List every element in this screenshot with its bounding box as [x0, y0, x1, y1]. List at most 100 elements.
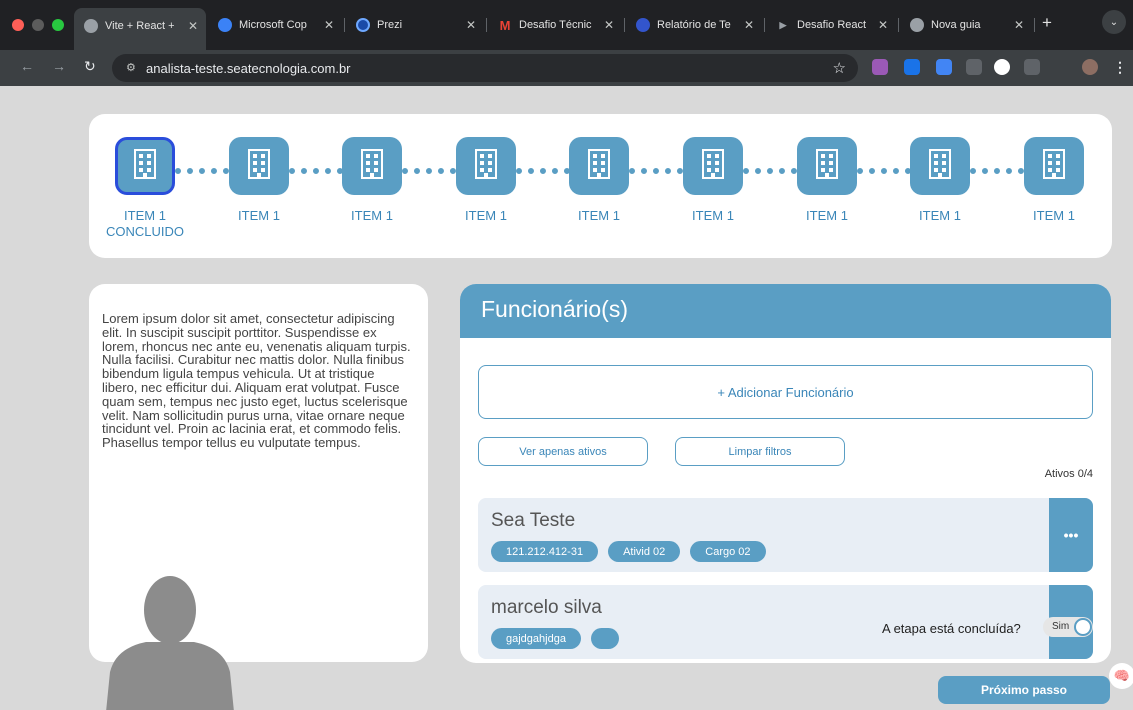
close-tab-icon[interactable]: ✕ — [744, 18, 754, 32]
step-label-text: ITEM 1 — [351, 208, 393, 223]
brain-extension-icon[interactable]: 🧠 — [1109, 663, 1133, 689]
step-5-button[interactable] — [569, 137, 629, 195]
browser-tab-gmail[interactable]: M Desafio Técnic ✕ — [488, 10, 622, 40]
step-label-text: ITEM 1 — [806, 208, 848, 223]
building-icon — [929, 148, 951, 184]
step-6-label: ITEM 1 — [653, 208, 773, 224]
media-extension-icon[interactable] — [966, 59, 982, 75]
next-step-button[interactable]: Próximo passo — [938, 676, 1110, 704]
step-5-label: ITEM 1 — [539, 208, 659, 224]
building-icon — [475, 148, 497, 184]
brain-extension-icon[interactable] — [872, 59, 888, 75]
browser-tab-copilot[interactable]: Microsoft Cop ✕ — [208, 10, 342, 40]
step-9-button[interactable] — [1024, 137, 1084, 195]
browser-toolbar: ← → ↻ ⚙ analista-teste.seatecnologia.com… — [0, 50, 1133, 86]
building-icon — [1043, 148, 1065, 184]
step-connector — [289, 168, 343, 174]
forward-arrow-icon[interactable]: → — [52, 58, 66, 74]
add-employee-button[interactable]: + Adicionar Funcionário — [478, 365, 1093, 419]
step-connector — [970, 168, 1024, 174]
building-icon — [361, 148, 383, 184]
step-connector — [857, 168, 911, 174]
step-status-text: CONCLUIDO — [105, 224, 184, 239]
globe-icon — [84, 19, 98, 33]
chevron-down-icon[interactable]: ⌄ — [1102, 10, 1126, 34]
more-menu-icon[interactable]: ⋮ — [1112, 59, 1128, 75]
row-more-menu-button[interactable]: ••• — [1049, 498, 1093, 572]
browser-tab-nova-guia[interactable]: Nova guia ✕ — [900, 10, 1032, 40]
step-9-label: ITEM 1 — [994, 208, 1114, 224]
employees-panel: Funcionário(s) + Adicionar Funcionário V… — [460, 284, 1111, 663]
step-2-label: ITEM 1 — [199, 208, 319, 224]
step-connector — [516, 168, 570, 174]
step-connector — [402, 168, 456, 174]
step-1-button[interactable] — [115, 137, 175, 195]
step-7-button[interactable] — [797, 137, 857, 195]
step-3-label: ITEM 1 — [312, 208, 432, 224]
browser-tab-desafio-react[interactable]: ▶ Desafio React ✕ — [766, 10, 896, 40]
employee-tags: gajdgahjdga — [491, 628, 619, 649]
step-4-button[interactable] — [456, 137, 516, 195]
step-1-label: ITEM 1 CONCLUIDO — [85, 208, 205, 240]
building-icon — [588, 148, 610, 184]
close-tab-icon[interactable]: ✕ — [324, 18, 334, 32]
step-label-text: ITEM 1 — [1033, 208, 1075, 223]
copilot-icon — [218, 18, 232, 32]
step-done-question: A etapa está concluída? — [882, 621, 1021, 636]
code-extension-icon[interactable] — [904, 59, 920, 75]
play-icon: ▶ — [779, 19, 787, 30]
step-label-text: ITEM 1 — [919, 208, 961, 223]
employee-tag — [590, 628, 619, 649]
building-icon — [134, 148, 156, 184]
step-connector — [175, 168, 229, 174]
close-window-button[interactable] — [12, 19, 24, 31]
browser-tab-bar: Vite + React + ✕ Microsoft Cop ✕ Prezi ✕… — [0, 0, 1133, 50]
toggle-knob — [1074, 618, 1092, 636]
close-tab-icon[interactable]: ✕ — [188, 19, 198, 33]
bookmark-star-icon[interactable]: ☆ — [833, 59, 846, 77]
close-tab-icon[interactable]: ✕ — [466, 18, 476, 32]
employee-row[interactable]: Sea Teste 121.212.412-31 Ativid 02 Cargo… — [478, 498, 1093, 572]
active-count: Ativos 0/4 — [1044, 468, 1093, 480]
step-label-text: ITEM 1 — [465, 208, 507, 223]
browser-tab-vite[interactable]: Vite + React + ✕ — [74, 8, 206, 50]
bot-extension-icon[interactable] — [994, 59, 1010, 75]
employee-tags: 121.212.412-31 Ativid 02 Cargo 02 — [491, 541, 766, 562]
clear-filters-button[interactable]: Limpar filtros — [675, 437, 845, 466]
step-connector — [629, 168, 683, 174]
employee-tag: Cargo 02 — [690, 541, 766, 562]
employee-tag: 121.212.412-31 — [491, 541, 599, 562]
browser-tab-relatorio[interactable]: Relatório de Te ✕ — [626, 10, 762, 40]
employee-name: Sea Teste — [491, 510, 576, 531]
profile-avatar[interactable] — [1082, 59, 1098, 75]
employees-title: Funcionário(s) — [481, 296, 628, 322]
minimize-window-button[interactable] — [32, 19, 44, 31]
step-7-label: ITEM 1 — [767, 208, 887, 224]
info-description: Lorem ipsum dolor sit amet, consectetur … — [102, 311, 411, 451]
filter-active-button[interactable]: Ver apenas ativos — [478, 437, 648, 466]
translate-extension-icon[interactable] — [936, 59, 952, 75]
prezi-icon — [356, 18, 370, 32]
new-tab-button[interactable]: + — [1042, 13, 1052, 33]
maximize-window-button[interactable] — [52, 19, 64, 31]
gmail-icon: M — [499, 17, 511, 33]
close-tab-icon[interactable]: ✕ — [1014, 18, 1024, 32]
close-tab-icon[interactable]: ✕ — [878, 18, 888, 32]
step-3-button[interactable] — [342, 137, 402, 195]
toggle-label: Sim — [1052, 621, 1070, 632]
close-tab-icon[interactable]: ✕ — [604, 18, 614, 32]
site-info-icon[interactable]: ⚙ — [126, 61, 136, 74]
step-connector — [743, 168, 797, 174]
reload-icon[interactable]: ↻ — [84, 58, 96, 75]
step-8-button[interactable] — [910, 137, 970, 195]
employee-tag: gajdgahjdga — [491, 628, 581, 649]
globe-blue-icon — [636, 18, 650, 32]
browser-tab-prezi[interactable]: Prezi ✕ — [346, 10, 484, 40]
address-bar[interactable]: ⚙ analista-teste.seatecnologia.com.br ☆ — [112, 54, 858, 82]
puzzle-extensions-icon[interactable] — [1024, 59, 1040, 75]
step-done-toggle[interactable]: Sim — [1043, 617, 1093, 637]
back-arrow-icon[interactable]: ← — [20, 58, 34, 74]
step-6-button[interactable] — [683, 137, 743, 195]
employee-tag: Ativid 02 — [608, 541, 681, 562]
step-2-button[interactable] — [229, 137, 289, 195]
